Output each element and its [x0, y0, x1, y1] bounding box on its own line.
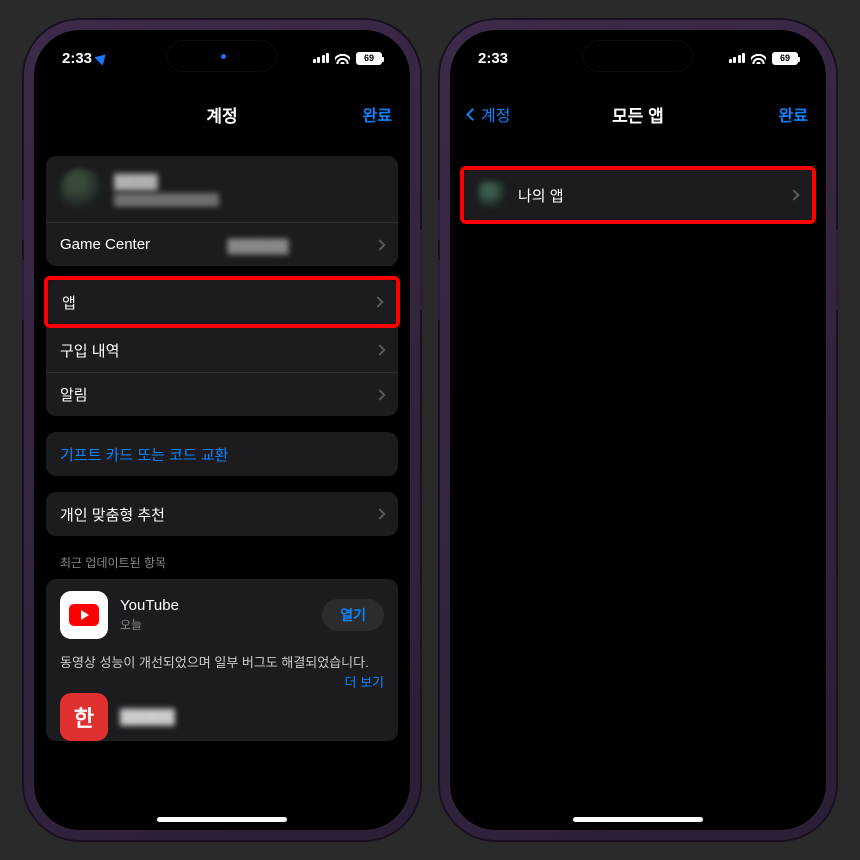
- youtube-row[interactable]: YouTube 오늘 열기: [46, 579, 398, 651]
- my-apps-row[interactable]: 나의 앱: [464, 170, 812, 220]
- dynamic-island: [167, 40, 277, 72]
- nav-bar: 계정 완료: [34, 78, 410, 136]
- chevron-right-icon: [374, 389, 385, 400]
- done-button[interactable]: 완료: [363, 102, 392, 126]
- battery-icon: 69: [772, 52, 798, 65]
- game-center-row[interactable]: Game Center ▓▓▓▓▓▓: [46, 222, 398, 266]
- redeem-row[interactable]: 기프트 카드 또는 코드 교환: [46, 432, 398, 476]
- back-button[interactable]: 계정: [468, 102, 510, 126]
- more-link[interactable]: 더 보기: [345, 673, 385, 693]
- partial-app-row[interactable]: 한 ▓▓▓▓▓: [46, 683, 345, 741]
- wifi-icon: [335, 52, 350, 64]
- youtube-name: YouTube: [120, 597, 179, 614]
- personalized-row[interactable]: 개인 맞춤형 추천: [46, 492, 398, 536]
- battery-icon: 69: [356, 52, 382, 65]
- game-center-value: ▓▓▓▓▓▓: [227, 237, 288, 253]
- partial-app-name: ▓▓▓▓▓: [120, 708, 175, 725]
- game-center-label: Game Center: [60, 236, 150, 253]
- phone-right: 2:33 69 계정 모든 앱 완료 나의 앱: [440, 20, 836, 840]
- chevron-right-icon: [374, 344, 385, 355]
- chevron-right-icon: [374, 239, 385, 250]
- recent-updates-header: 최근 업데이트된 항목: [46, 536, 398, 579]
- location-icon: [94, 50, 110, 66]
- chevron-right-icon: [372, 296, 383, 307]
- app-icon: 한: [60, 693, 108, 741]
- notifications-row[interactable]: 알림: [46, 372, 398, 416]
- notifications-label: 알림: [60, 384, 88, 405]
- profile-group: ▓▓▓▓ ▓▓▓▓▓▓▓▓▓▓▓▓ Game Center ▓▓▓▓▓▓: [46, 156, 398, 266]
- open-button[interactable]: 열기: [322, 599, 384, 631]
- apps-label: 앱: [62, 292, 76, 313]
- dynamic-island: [583, 40, 693, 72]
- profile-name: ▓▓▓▓: [114, 173, 219, 190]
- home-indicator[interactable]: [157, 817, 287, 822]
- page-title: 계정: [206, 102, 237, 127]
- purchases-label: 구입 내역: [60, 340, 119, 361]
- chevron-right-icon: [374, 508, 385, 519]
- redeem-label: 기프트 카드 또는 코드 교환: [60, 444, 228, 465]
- screen-account: 2:33 69 계정 완료 ▓▓▓▓ ▓▓▓▓▓▓▓▓▓▓▓▓: [34, 30, 410, 830]
- purchases-row[interactable]: 구입 내역: [46, 328, 398, 372]
- apps-row[interactable]: 앱: [48, 280, 396, 324]
- status-time: 2:33: [478, 50, 508, 67]
- chevron-left-icon: [466, 108, 479, 121]
- personalized-label: 개인 맞춤형 추천: [60, 504, 165, 525]
- screen-all-apps: 2:33 69 계정 모든 앱 완료 나의 앱: [450, 30, 826, 830]
- done-button[interactable]: 완료: [779, 102, 808, 126]
- wifi-icon: [751, 52, 766, 64]
- cellular-icon: [729, 53, 746, 63]
- phone-left: 2:33 69 계정 완료 ▓▓▓▓ ▓▓▓▓▓▓▓▓▓▓▓▓: [24, 20, 420, 840]
- my-apps-label: 나의 앱: [518, 185, 564, 206]
- status-time: 2:33: [62, 50, 92, 67]
- youtube-icon: [60, 591, 108, 639]
- page-title: 모든 앱: [612, 102, 664, 127]
- highlight-apps: 앱: [44, 276, 400, 328]
- home-indicator[interactable]: [573, 817, 703, 822]
- avatar-small: [478, 181, 506, 209]
- cellular-icon: [313, 53, 330, 63]
- youtube-desc: 동영상 성능이 개선되었으며 일부 버그도 해결되었습니다. 더 보기: [46, 651, 398, 683]
- nav-bar: 계정 모든 앱 완료: [450, 78, 826, 136]
- avatar: [60, 168, 102, 210]
- profile-sub: ▓▓▓▓▓▓▓▓▓▓▓▓: [114, 192, 219, 206]
- highlight-my-apps: 나의 앱: [460, 166, 816, 224]
- youtube-date: 오늘: [120, 616, 179, 633]
- profile-row[interactable]: ▓▓▓▓ ▓▓▓▓▓▓▓▓▓▓▓▓: [46, 156, 398, 222]
- chevron-right-icon: [788, 189, 799, 200]
